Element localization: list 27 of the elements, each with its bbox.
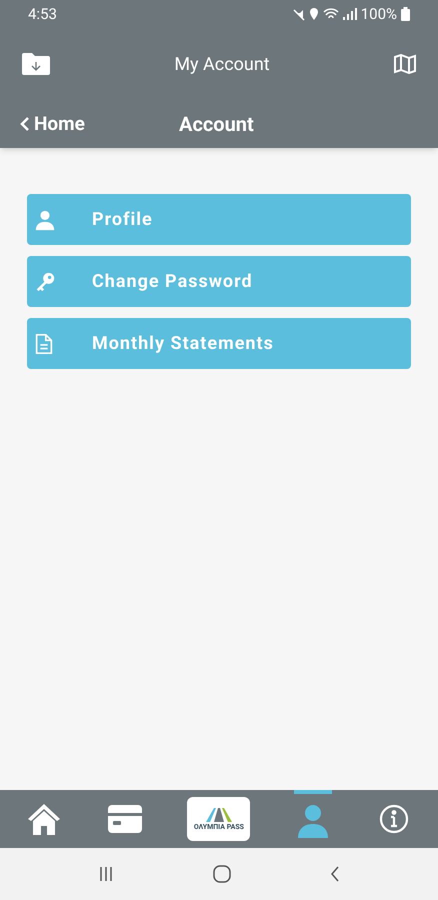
home-nav-icon[interactable]: [212, 865, 231, 883]
chevron-left-icon: [20, 116, 30, 132]
key-icon: [34, 270, 56, 292]
battery-icon: [401, 7, 410, 21]
map-icon[interactable]: [394, 54, 416, 74]
page-title: Account: [179, 111, 254, 138]
road-icon: [204, 808, 234, 822]
person-icon: [34, 208, 56, 230]
recent-apps-icon[interactable]: [98, 866, 114, 882]
back-button[interactable]: Home: [20, 110, 85, 138]
battery-percent: 100%: [360, 4, 397, 25]
menu-button[interactable]: Change Password: [27, 256, 411, 307]
home-icon: [26, 802, 62, 836]
info-icon: [378, 804, 409, 834]
card-icon: [108, 805, 142, 833]
menu-button[interactable]: Profile: [27, 194, 411, 245]
menu-button[interactable]: Monthly Statements: [27, 318, 411, 369]
signal-icon: [342, 8, 357, 20]
mute-icon: [292, 7, 305, 21]
person-icon: [297, 804, 330, 838]
status-time: 4:53: [28, 4, 57, 25]
location-icon: [308, 7, 319, 21]
wifi-icon: [322, 8, 339, 20]
folder-download-icon[interactable]: [22, 53, 50, 75]
document-icon: [34, 332, 54, 354]
back-nav-icon[interactable]: [330, 866, 340, 882]
header-title: My Account: [174, 52, 270, 76]
